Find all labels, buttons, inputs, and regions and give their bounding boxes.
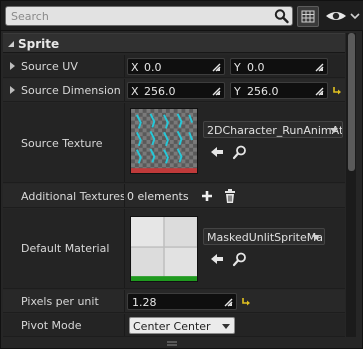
row-source-dimension: Source Dimension X 256.0 Y 256.0 xyxy=(3,79,345,102)
drag-handle-icon[interactable] xyxy=(314,86,324,96)
collapse-arrow-icon xyxy=(8,41,14,47)
axis-label: Y xyxy=(234,61,241,74)
source-uv-x-field[interactable]: X 0.0 xyxy=(127,58,225,75)
source-dimension-y-field[interactable]: Y 256.0 xyxy=(230,82,328,99)
column-divider xyxy=(124,184,125,207)
row-source-texture: Source Texture 2DCharacter_RunAnimAt xyxy=(3,103,345,183)
source-texture-asset-picker[interactable]: 2DCharacter_RunAnimAt xyxy=(203,121,343,138)
view-options-button[interactable] xyxy=(297,6,319,27)
column-divider xyxy=(124,209,125,288)
axis-label: Y xyxy=(234,85,241,98)
axis-label: X xyxy=(131,85,139,98)
field-value: 1.28 xyxy=(132,296,157,309)
chevron-down-icon xyxy=(330,128,338,133)
row-pivot-mode: Pivot Mode Center Center xyxy=(3,314,345,337)
expand-arrow-icon[interactable] xyxy=(10,86,15,94)
sprite-section-header[interactable]: Sprite xyxy=(3,33,345,53)
row-default-material: Default Material MaskedUnlitSpriteMa xyxy=(3,209,345,289)
details-toolbar: Search xyxy=(1,1,363,31)
row-pixels-per-unit: Pixels per unit 1.28 xyxy=(3,290,345,313)
property-label: Default Material xyxy=(21,242,110,255)
search-placeholder: Search xyxy=(11,10,49,23)
property-label: Pivot Mode xyxy=(21,319,82,332)
column-divider xyxy=(124,79,125,101)
column-divider xyxy=(124,103,125,182)
drag-handle-icon[interactable] xyxy=(211,62,221,72)
search-input[interactable]: Search xyxy=(5,6,293,26)
use-selected-arrow-icon[interactable] xyxy=(209,144,225,160)
scrollbar-thumb[interactable] xyxy=(348,33,355,171)
row-additional-textures: Additional Textures 0 elements xyxy=(3,184,345,208)
search-icon[interactable] xyxy=(273,8,290,24)
expand-arrow-icon[interactable] xyxy=(10,62,15,70)
axis-label: X xyxy=(131,61,139,74)
property-label: Source UV xyxy=(21,60,78,73)
add-plus-icon[interactable] xyxy=(199,188,215,204)
drag-handle-icon[interactable] xyxy=(211,86,221,96)
vertical-scrollbar[interactable] xyxy=(346,33,356,337)
default-material-asset-picker[interactable]: MaskedUnlitSpriteMa xyxy=(203,228,325,245)
drag-handle-icon[interactable] xyxy=(314,62,324,72)
source-texture-thumbnail[interactable] xyxy=(130,108,198,174)
section-title: Sprite xyxy=(18,37,60,51)
property-label: Source Dimension xyxy=(21,84,121,97)
reset-to-default-icon[interactable] xyxy=(241,296,251,306)
default-material-thumbnail[interactable] xyxy=(130,216,198,282)
property-label: Pixels per unit xyxy=(21,295,99,308)
row-source-uv: Source UV X 0.0 Y 0.0 xyxy=(3,55,345,78)
property-label: Additional Textures xyxy=(21,190,126,203)
column-divider xyxy=(124,314,125,336)
use-selected-arrow-icon[interactable] xyxy=(209,251,225,267)
pixels-per-unit-field[interactable]: 1.28 xyxy=(127,293,237,310)
selected-option: Center Center xyxy=(133,320,211,333)
eye-icon xyxy=(326,12,360,20)
column-divider xyxy=(124,55,125,77)
resize-grip-icon[interactable] xyxy=(167,341,177,347)
visibility-filter-button[interactable] xyxy=(324,7,360,25)
chevron-down-icon xyxy=(222,324,230,329)
array-count: 0 elements xyxy=(127,190,189,203)
reset-to-default-icon[interactable] xyxy=(332,85,342,95)
source-dimension-x-field[interactable]: X 256.0 xyxy=(127,82,225,99)
field-value: 0.0 xyxy=(144,61,162,74)
field-value: 256.0 xyxy=(144,85,176,98)
drag-handle-icon[interactable] xyxy=(223,297,233,307)
field-value: 0.0 xyxy=(247,61,265,74)
asset-name: MaskedUnlitSpriteMa xyxy=(207,231,323,244)
trash-icon[interactable] xyxy=(222,188,238,204)
asset-name: 2DCharacter_RunAnimAt xyxy=(207,124,343,137)
column-divider xyxy=(124,290,125,312)
details-panel: Search Sprite Source UV X 0.0 Y 0.0 Sour… xyxy=(0,0,363,349)
pivot-mode-dropdown[interactable]: Center Center xyxy=(129,317,235,334)
property-label: Source Texture xyxy=(21,137,103,150)
grid-view-icon xyxy=(301,10,315,23)
field-value: 256.0 xyxy=(247,85,279,98)
chevron-down-icon xyxy=(312,235,320,240)
source-uv-y-field[interactable]: Y 0.0 xyxy=(230,58,328,75)
browse-magnifier-icon[interactable] xyxy=(232,251,248,267)
browse-magnifier-icon[interactable] xyxy=(232,144,248,160)
